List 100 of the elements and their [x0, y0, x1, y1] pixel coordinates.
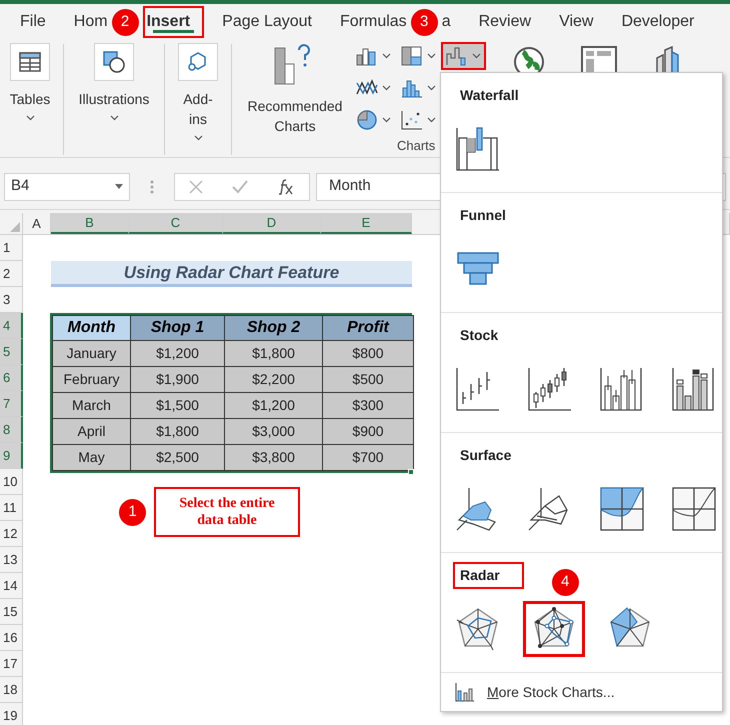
funnel-chart-icon: [457, 252, 499, 286]
step-badge: 2: [112, 8, 139, 36]
table-icon: [19, 51, 41, 73]
column-header[interactable]: C: [129, 213, 223, 234]
row-header[interactable]: 14: [0, 573, 23, 599]
section-heading: Surface: [459, 446, 512, 464]
ribbon-tab[interactable]: File: [6, 6, 60, 38]
step-badge: 3: [410, 8, 438, 36]
title-cell: Using Radar Chart Feature: [51, 261, 412, 287]
more-charts-link[interactable]: More Stock Charts...: [441, 673, 615, 711]
row-header[interactable]: 6: [0, 365, 23, 391]
candlestick-chart-icon: [527, 366, 573, 412]
section-heading: Stock: [459, 326, 500, 344]
header-cell: Month: [52, 316, 130, 340]
table-cell: $500: [322, 366, 414, 392]
table-cell: April: [52, 418, 130, 444]
stock-chart-icon: [455, 366, 501, 412]
table-cell: $3,000: [224, 418, 322, 444]
ribbon-button[interactable]: Add-ins: [168, 42, 228, 157]
table-cell: $800: [322, 340, 414, 366]
ribbon-tab[interactable]: a: [438, 6, 465, 38]
caret-icon: [110, 115, 118, 121]
table-cell: January: [52, 340, 130, 366]
chart-type-option[interactable]: [523, 601, 585, 657]
table-cell: $300: [322, 392, 414, 418]
row-header[interactable]: 16: [0, 625, 23, 651]
step-badge: 1: [119, 498, 146, 526]
row-header[interactable]: 2: [0, 261, 23, 287]
ribbon-tab[interactable]: Hom: [60, 6, 112, 38]
table-cell: $1,500: [130, 392, 224, 418]
row-header[interactable]: 4: [0, 313, 23, 339]
ribbon-tab[interactable]: View: [545, 6, 608, 38]
group-label: Charts: [397, 136, 436, 154]
fill-handle[interactable]: [408, 469, 414, 475]
table-cell: May: [52, 444, 130, 470]
table-cell: $1,800: [130, 418, 224, 444]
table-cell: $1,800: [224, 340, 322, 366]
table-cell: $2,200: [224, 366, 322, 392]
function-icon[interactable]: [276, 178, 295, 196]
row-header[interactable]: 10: [0, 469, 23, 495]
table-cell: $900: [322, 418, 414, 444]
caret-icon: [194, 135, 202, 141]
table-cell: February: [52, 366, 130, 392]
ribbon-tab[interactable]: Insert: [142, 6, 204, 38]
column-header[interactable]: E: [321, 213, 412, 234]
row-header[interactable]: 1: [0, 235, 23, 261]
enter-check-icon[interactable]: [232, 180, 248, 194]
row-header[interactable]: 17: [0, 651, 23, 677]
caret-icon: [382, 85, 391, 91]
pie-chart-icon: [356, 110, 378, 130]
stock-chart-icon: [455, 682, 475, 702]
caret-icon: [26, 115, 34, 121]
waterfall-chart-icon: [446, 46, 468, 66]
row-header[interactable]: 9: [0, 443, 23, 469]
section-heading: Funnel: [459, 206, 507, 224]
row-header[interactable]: 13: [0, 547, 23, 573]
column-header[interactable]: B: [51, 213, 129, 234]
header-cell: Shop 2: [224, 316, 322, 340]
name-box[interactable]: B4: [4, 172, 130, 200]
table-cell: $1,200: [224, 392, 322, 418]
row-header[interactable]: 7: [0, 391, 23, 417]
scatter-chart-icon: [401, 110, 423, 130]
active-tab-underline: [152, 30, 194, 33]
ribbon-tab[interactable]: Developer: [607, 6, 708, 38]
shapes-icon: [102, 50, 126, 74]
row-header[interactable]: 11: [0, 495, 23, 521]
recommended-charts-button[interactable]: Recommended Charts: [239, 42, 351, 157]
section-heading: Waterfall: [459, 86, 520, 104]
table-cell: $2,500: [130, 444, 224, 470]
row-header[interactable]: 19: [0, 703, 23, 725]
row-header[interactable]: 5: [0, 339, 23, 365]
histogram-icon: [401, 78, 423, 98]
treemap-chart-icon: [401, 46, 423, 66]
row-header[interactable]: 3: [0, 287, 23, 313]
table-cell: March: [52, 392, 130, 418]
caret-icon: [382, 53, 391, 59]
caret-icon: [427, 53, 436, 59]
header-cell: Profit: [322, 316, 414, 340]
ribbon-tab[interactable]: Review: [464, 6, 546, 38]
table-cell: $3,800: [224, 444, 322, 470]
row-header[interactable]: 8: [0, 417, 23, 443]
ribbon-button[interactable]: Tables: [0, 42, 60, 157]
row-header[interactable]: 15: [0, 599, 23, 625]
step-badge: 4: [552, 568, 579, 596]
section-heading: Radar: [453, 562, 524, 588]
caret-icon: [472, 53, 481, 59]
table-cell: $1,200: [130, 340, 224, 366]
ribbon-button[interactable]: Illustrations: [67, 42, 161, 157]
column-header[interactable]: D: [223, 213, 321, 234]
ribbon-tab[interactable]: Formulas: [326, 6, 411, 38]
contour-chart-icon: [599, 486, 645, 532]
header-cell: Shop 1: [130, 316, 224, 340]
row-header[interactable]: 12: [0, 521, 23, 547]
hexagon-icon: [187, 51, 209, 73]
row-header[interactable]: 18: [0, 677, 23, 703]
dropdown-arrow-icon: [115, 184, 123, 189]
table-cell: $700: [322, 444, 414, 470]
ribbon-tab[interactable]: Page Layout: [208, 6, 326, 38]
wireframe-contour-icon: [671, 486, 717, 532]
column-chart-icon: [356, 46, 378, 66]
